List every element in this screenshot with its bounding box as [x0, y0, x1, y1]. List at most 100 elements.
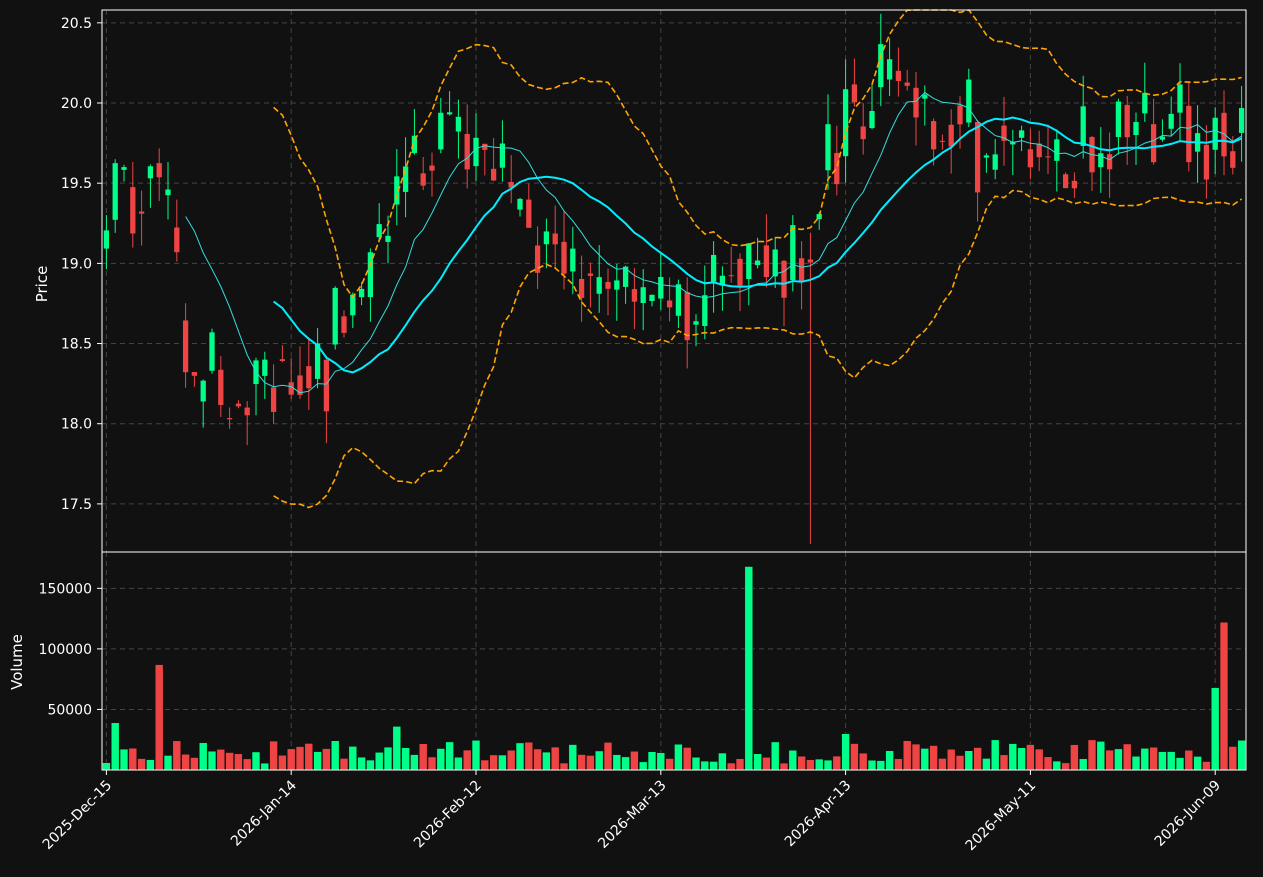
- volume-bar: [401, 747, 410, 771]
- candle-body: [499, 143, 506, 168]
- volume-bar: [665, 758, 674, 771]
- volume-bar: [1210, 687, 1220, 771]
- volume-bar: [1017, 747, 1026, 771]
- candle-body: [323, 359, 330, 412]
- volume-bar: [1061, 762, 1070, 771]
- candle-body: [842, 89, 849, 157]
- candle-body: [693, 321, 699, 325]
- price-tick-label: 20.5: [61, 16, 92, 32]
- candle-body: [1045, 156, 1051, 158]
- volume-bar: [1140, 748, 1150, 771]
- volume-bar: [814, 758, 824, 771]
- candle-body: [578, 278, 585, 298]
- volume-bar: [383, 746, 393, 771]
- volume-bar: [788, 750, 798, 771]
- volume-bar: [198, 742, 208, 771]
- volume-tick-label: 100000: [39, 642, 92, 658]
- candle-body: [1177, 84, 1183, 113]
- volume-bar: [1166, 751, 1176, 771]
- volume-bar: [436, 748, 446, 771]
- candle-body: [367, 252, 374, 298]
- chart-canvas: 17.5 18.0 18.5 19.0 19.5 20.0 20.5 50000 100000…: [0, 0, 1263, 873]
- candle-body: [570, 248, 576, 272]
- volume-bar: [568, 744, 578, 771]
- volume-bar: [181, 754, 190, 771]
- volume-bar: [260, 762, 270, 771]
- volume-bar: [744, 566, 754, 771]
- candle-body: [1036, 143, 1042, 158]
- volume-bar: [911, 743, 921, 771]
- candle-body: [710, 254, 717, 282]
- volume-bar: [1158, 751, 1167, 771]
- volume-bar: [1026, 744, 1035, 771]
- volume-bar: [1202, 761, 1211, 771]
- candle-body: [376, 224, 382, 238]
- candle-body: [605, 281, 611, 289]
- candle-body: [834, 152, 840, 185]
- volume-bar: [339, 758, 349, 771]
- volume-bar: [876, 760, 886, 771]
- volume-bar: [269, 740, 278, 771]
- candle-body: [895, 70, 902, 81]
- price-axis-label: Price: [33, 266, 51, 303]
- volume-bar: [146, 759, 155, 771]
- candle-body: [517, 198, 523, 210]
- candle-body: [306, 366, 312, 389]
- volume-bar: [1228, 746, 1238, 771]
- volume-bar: [1114, 748, 1123, 771]
- volume-bar: [110, 722, 120, 771]
- volume-bar: [647, 751, 657, 771]
- volume-bar: [304, 743, 314, 771]
- volume-bar: [225, 752, 234, 771]
- candle-body: [631, 289, 638, 302]
- candle-body: [534, 245, 541, 273]
- volume-bar: [964, 750, 974, 771]
- candle-body: [218, 369, 224, 406]
- candle-body: [191, 372, 198, 376]
- volume-bar: [982, 758, 991, 771]
- volume-bar: [621, 756, 630, 771]
- volume-bar: [938, 758, 947, 771]
- candle-body: [675, 284, 682, 316]
- volume-bar: [603, 742, 613, 771]
- volume-bar: [471, 740, 481, 771]
- volume-bar: [242, 758, 252, 771]
- volume-bar: [1219, 621, 1229, 771]
- candle-body: [270, 387, 277, 412]
- volume-bar: [533, 748, 542, 771]
- volume-bar: [454, 756, 463, 771]
- volume-bar: [946, 749, 956, 771]
- volume-bar: [418, 743, 428, 771]
- candle-body: [226, 418, 233, 420]
- candle-body: [878, 44, 884, 88]
- candle-body: [385, 235, 391, 242]
- price-tick-label: 19.0: [61, 256, 92, 272]
- volume-bar: [102, 762, 111, 771]
- volume-bar: [955, 755, 965, 771]
- volume-bar: [480, 759, 490, 771]
- volume-bar: [586, 755, 595, 771]
- candle-body: [790, 225, 796, 281]
- volume-bar: [841, 733, 850, 771]
- candle-body: [1071, 180, 1078, 189]
- candle-body: [763, 245, 770, 278]
- volume-bar: [1096, 741, 1106, 771]
- candle-body: [235, 403, 242, 407]
- volume-bar: [858, 752, 868, 771]
- volume-bar: [920, 748, 930, 771]
- volume-bar: [190, 757, 199, 771]
- candle-body: [851, 84, 858, 103]
- volume-bar: [462, 749, 472, 771]
- candle-body: [807, 259, 814, 263]
- candle-body: [825, 124, 831, 171]
- volume-bar: [638, 761, 648, 771]
- candle-body: [649, 294, 655, 302]
- candle-body: [182, 320, 189, 373]
- candle-body: [552, 233, 558, 245]
- volume-bar: [524, 741, 534, 771]
- candle-body: [684, 292, 690, 341]
- candle-body: [526, 199, 532, 228]
- volume-bar: [286, 748, 296, 771]
- volume-bar: [542, 751, 551, 771]
- volume-bar: [709, 761, 718, 771]
